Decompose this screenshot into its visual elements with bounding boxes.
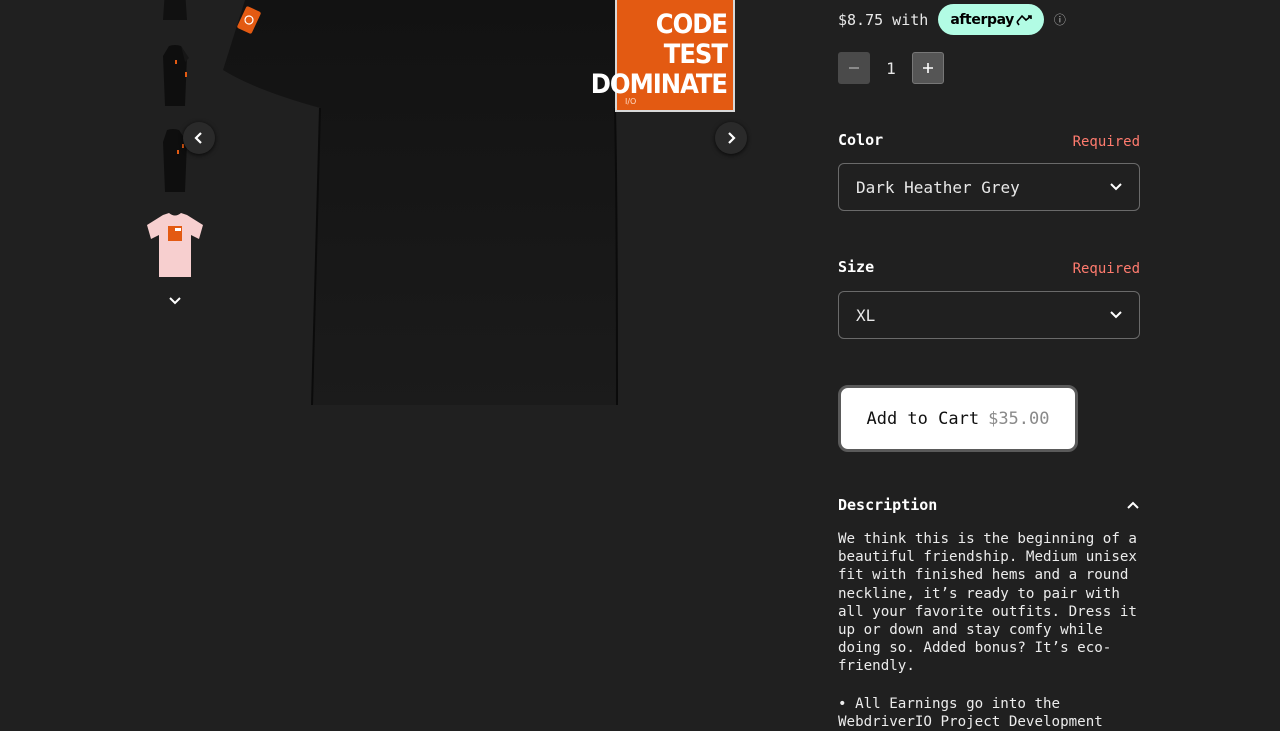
- size-select[interactable]: XL: [838, 291, 1140, 339]
- product-print-graphic: CODE TEST DOMINATE I/O: [591, 0, 735, 112]
- thumbnail-black-shirt-front[interactable]: [145, 0, 205, 25]
- minus-icon: [849, 67, 859, 69]
- chevron-down-icon: [169, 297, 181, 305]
- add-to-cart-price: $35.00: [988, 408, 1050, 429]
- size-label: Size: [838, 258, 875, 276]
- thumbnail-black-shirt-side[interactable]: [145, 44, 205, 109]
- previous-image-button[interactable]: [183, 122, 215, 154]
- chevron-down-icon: [1110, 183, 1122, 191]
- product-main-image: CODE TEST DOMINATE I/O: [215, 0, 755, 420]
- size-selected-value: XL: [856, 305, 876, 325]
- description-body: We think this is the beginning of a beau…: [838, 531, 1137, 675]
- color-required-text: Required: [1072, 134, 1140, 150]
- color-select[interactable]: Dark Heather Grey: [838, 163, 1140, 211]
- color-selected-value: Dark Heather Grey: [856, 177, 1020, 197]
- chevron-down-icon: [1110, 311, 1122, 319]
- thumbnail-strip: [140, 0, 210, 320]
- quantity-value[interactable]: 1: [870, 59, 912, 78]
- plus-icon: [923, 63, 933, 73]
- chevron-up-icon: [1127, 501, 1139, 509]
- quantity-stepper: 1: [838, 52, 944, 84]
- thumbnail-pink-shirt-front[interactable]: [145, 213, 205, 278]
- description-toggle[interactable]: Description: [838, 496, 1140, 514]
- chevron-left-icon: [194, 132, 202, 144]
- description-heading: Description: [838, 496, 938, 514]
- increase-quantity-button[interactable]: [912, 52, 944, 84]
- afterpay-row: $8.75 with afterpay ⓘ: [838, 4, 1066, 35]
- print-line-1: CODE: [655, 9, 728, 40]
- print-line-2: TEST: [663, 39, 728, 70]
- next-image-button[interactable]: [715, 122, 747, 154]
- afterpay-arrows-icon: [1016, 14, 1032, 25]
- thumbnails-scroll-down-button[interactable]: [165, 290, 185, 312]
- chevron-right-icon: [728, 132, 736, 144]
- color-label: Color: [838, 131, 884, 149]
- print-line-3: DOMINATE: [590, 69, 728, 100]
- afterpay-installment-text: $8.75 with: [838, 10, 929, 29]
- afterpay-logo-text: afterpay: [950, 11, 1014, 28]
- add-to-cart-label: Add to Cart: [866, 408, 980, 429]
- description-bullet: • All Earnings go into the WebdriverIO P…: [838, 696, 1103, 730]
- afterpay-logo[interactable]: afterpay: [938, 4, 1044, 35]
- print-logo-mark: I/O: [625, 97, 637, 106]
- size-required-text: Required: [1072, 261, 1140, 277]
- decrease-quantity-button[interactable]: [838, 52, 870, 84]
- info-icon[interactable]: ⓘ: [1054, 11, 1066, 28]
- add-to-cart-button[interactable]: Add to Cart $35.00: [838, 385, 1078, 452]
